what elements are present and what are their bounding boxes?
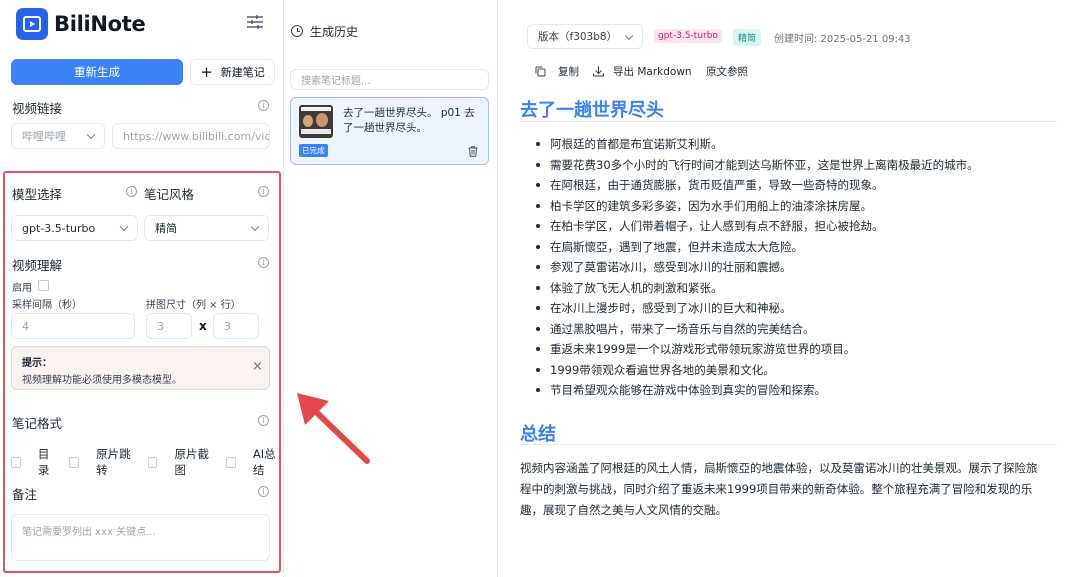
model-value: gpt-3.5-turbo	[22, 221, 96, 235]
divider	[520, 444, 1057, 445]
info-icon: i	[258, 100, 269, 111]
list-item: 在阿根廷，由于通货膨胀，货币贬值严重，导致一些奇特的现象。	[536, 178, 884, 192]
interval-label: 采样间隔（秒）	[12, 300, 82, 311]
info-icon: i	[258, 486, 269, 497]
list-item: 在冰川上漫步时，感受到了冰川的巨大和神秘。	[536, 301, 792, 315]
list-item: 需要花费30多个小时的飞行时间才能到达乌斯怀亚，这是世界上离南极最近的城市。	[536, 157, 979, 172]
reference-button[interactable]: 原文参照	[706, 64, 748, 79]
format-options: 目录 原片跳转 原片截图 AI总结	[11, 446, 283, 478]
summary-line: 视频内容涵盖了阿根廷的风土人情，扃斯懷亞的地震体验，以及莫雷诺冰川的壮美景观。展…	[520, 461, 1038, 475]
video-url-input[interactable]: https://www.bilibili.com/video/...	[112, 123, 270, 149]
alert-text: 视频理解功能必须使用多模态模型。	[22, 375, 182, 386]
screenshot-checkbox[interactable]	[147, 456, 158, 468]
divider	[520, 121, 1057, 122]
export-label: 导出 Markdown	[613, 66, 692, 78]
model-tag: gpt-3.5-turbo	[654, 29, 722, 43]
video-understanding-title: 视频理解	[12, 258, 63, 273]
new-note-button[interactable]: + 新建笔记	[190, 59, 275, 85]
created-time: 创建时间: 2025-05-21 09:43	[774, 34, 911, 45]
copy-label: 复制	[558, 66, 579, 78]
note-style-title: 笔记风格	[144, 187, 195, 202]
alert-title: 提示：	[22, 358, 52, 369]
download-icon	[593, 66, 604, 77]
new-note-label: 新建笔记	[220, 66, 265, 79]
summary-line: 趣，展现了自然之美与人文风情的交融。	[520, 503, 727, 517]
info-icon: i	[258, 257, 269, 268]
trash-icon[interactable]	[468, 142, 478, 157]
list-item: 体验了放飞无人机的刺激和紧张。	[536, 280, 723, 295]
list-item: 1999带领观众看遍世界各地的美景和文化。	[536, 362, 775, 377]
summary-line: 程中的刺激与挑战，同时介绍了重返未来1999项目带来的新奇体验。整个旅程充满了冒…	[520, 482, 1033, 496]
annotation-arrow-icon	[297, 393, 370, 464]
video-thumbnail	[299, 105, 333, 138]
version-value: 版本（f303b8）	[538, 31, 618, 43]
multimodal-alert: 提示： 视频理解功能必须使用多模态模型。 ×	[11, 346, 270, 390]
jump-checkbox[interactable]	[69, 456, 80, 468]
list-item: 节目希望观众能够在游戏中体验到真实的冒险和探索。	[536, 383, 826, 397]
enable-checkbox[interactable]	[38, 280, 49, 291]
grid-size-label: 拼图尺寸（列 × 行）	[146, 300, 241, 311]
history-item-title: 去了一趟世界尽头。 p01 去了一趟世界尽头。	[343, 107, 475, 134]
grid-times-sign: x	[199, 319, 207, 333]
grid-rows-input[interactable]: 3	[213, 313, 259, 339]
video-link-title: 视频链接	[12, 101, 63, 116]
sidebar: BiliNote 重新生成 + 新建笔记 视频链接 i 哔哩哔哩 https:/…	[0, 0, 284, 577]
model-select-title: 模型选择	[12, 187, 63, 202]
note-format-title: 笔记格式	[12, 416, 63, 431]
list-item: 在扃斯懷亞，遇到了地震，但并未造成太大危险。	[536, 239, 803, 254]
status-badge: 已完成	[299, 144, 328, 157]
settings-sliders-icon[interactable]	[246, 13, 264, 31]
clock-icon	[291, 25, 303, 37]
note-panel: 版本（f303b8） gpt-3.5-turbo 精简 创建时间: 2025-0…	[498, 0, 1080, 577]
info-icon: i	[258, 415, 269, 426]
ai-summary-label: AI总结	[252, 447, 276, 477]
list-item: 在柏卡学区，人们带着帽子，让人感到有点不舒服，担心被抢劫。	[536, 219, 884, 233]
model-select[interactable]: gpt-3.5-turbo	[11, 215, 138, 241]
regenerate-button[interactable]: 重新生成	[11, 59, 183, 85]
platform-select[interactable]: 哔哩哔哩	[11, 123, 105, 149]
enable-label: 启用	[12, 283, 32, 294]
chevron-down-icon	[624, 31, 634, 40]
toc-label: 目录	[37, 447, 50, 477]
chevron-down-icon	[119, 222, 129, 232]
history-title: 生成历史	[310, 25, 359, 39]
jump-label: 原片跳转	[96, 447, 131, 477]
toc-checkbox[interactable]	[11, 456, 21, 468]
history-item[interactable]: 去了一趟世界尽头。 p01 去了一趟世界尽头。 已完成	[290, 97, 489, 165]
note-bullet-list: 阿根廷的首都是布宜诺斯艾利斯。 需要花费30多个小时的飞行时间才能到达乌斯怀亚，…	[535, 136, 1070, 406]
remark-title: 备注	[12, 487, 38, 502]
note-heading-1: 去了一趟世界尽头	[520, 100, 664, 121]
chevron-down-icon	[86, 130, 96, 140]
list-item: 阿根廷的首都是布宜诺斯艾利斯。	[536, 137, 723, 151]
list-item: 通过黑胶唱片，带来了一场音乐与自然的完美结合。	[536, 321, 815, 336]
plus-icon: +	[200, 63, 213, 81]
screenshot-label: 原片截图	[174, 447, 209, 477]
note-heading-2: 总结	[520, 424, 556, 445]
copy-icon	[535, 66, 546, 77]
bilinote-logo-icon	[16, 8, 48, 40]
version-select[interactable]: 版本（f303b8）	[527, 24, 643, 49]
grid-cols-input[interactable]: 3	[146, 313, 192, 339]
list-item: 参观了莫雷诺冰川，感受到冰川的壮丽和震撼。	[536, 260, 792, 274]
interval-input[interactable]: 4	[11, 313, 135, 339]
info-icon: i	[126, 186, 137, 197]
note-style-select[interactable]: 精简	[144, 215, 269, 241]
export-markdown-button[interactable]: 导出 Markdown	[593, 64, 692, 79]
style-tag: 精简	[733, 29, 762, 46]
remark-textarea[interactable]: 笔记需要罗列出 xxx 关键点...	[11, 514, 270, 561]
chevron-down-icon	[250, 222, 260, 232]
history-panel: 生成历史 搜索笔记标题... 去了一趟世界尽头。 p01 去了一趟世界尽头。 已…	[284, 0, 498, 577]
platform-value: 哔哩哔哩	[22, 130, 66, 143]
ai-summary-checkbox[interactable]	[225, 456, 236, 468]
list-item: 柏卡学区的建筑多彩多姿，因为水手们用船上的油漆涂抹房屋。	[536, 198, 872, 213]
style-value: 精简	[155, 222, 177, 235]
copy-button[interactable]: 复制	[535, 64, 579, 79]
close-icon[interactable]: ×	[252, 359, 263, 374]
history-search-input[interactable]: 搜索笔记标题...	[290, 69, 489, 90]
list-item: 重返未来1999是一个以游戏形式带领玩家游览世界的项目。	[535, 342, 856, 356]
summary-paragraph: 视频内容涵盖了阿根廷的风土人情，扃斯懷亞的地震体验，以及莫雷诺冰川的壮美景观。展…	[520, 458, 1075, 521]
info-icon: i	[258, 186, 269, 197]
app-name: BiliNote	[54, 12, 146, 36]
